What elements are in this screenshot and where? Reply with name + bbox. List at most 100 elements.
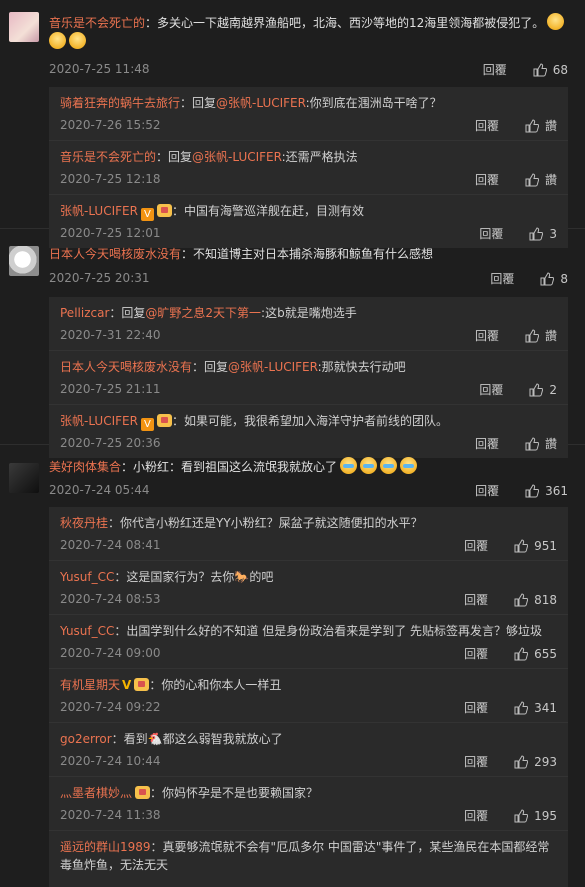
reply-button[interactable]: 回覆 (464, 753, 488, 770)
emoji-icon (69, 32, 86, 49)
verified-icon: V (122, 678, 132, 692)
comment-actions: 回覆 8 (490, 270, 568, 287)
timestamp: 2020-7-25 21:11 (60, 382, 161, 396)
thumbs-up-icon[interactable] (514, 592, 529, 607)
thumbs-up-icon[interactable] (525, 172, 539, 187)
reply-item: 灬墨者棋妙灬 ：你妈怀孕是不是也要赖国家？ 2020-7-24 11:38 回覆 1… (49, 777, 568, 831)
reply-list: Pellizcar：回复@旷野之息2天下第一:这b就是嘴炮选手 2020-7-3… (49, 297, 568, 458)
thumbs-up-icon[interactable] (514, 754, 529, 769)
crying-emoji-icon (340, 457, 358, 474)
username-link[interactable]: 秋夜丹桂 (60, 516, 108, 530)
thumbs-up-icon[interactable] (533, 62, 547, 77)
reply-item: go2error：看到🐔都这么弱智我就放心了 2020-7-24 10:44 回… (49, 723, 568, 777)
reply-button[interactable]: 回覆 (475, 327, 499, 344)
member-badge-icon (156, 414, 172, 427)
username-link[interactable]: Yusuf_CC (60, 570, 114, 584)
username-link[interactable]: Yusuf_CC (60, 624, 114, 638)
emoji-icon (49, 32, 66, 49)
avatar[interactable] (9, 246, 39, 276)
reply-item: 音乐是不会死亡的：回复@张帆-LUCIFER:还需严格执法 2020-7-25 … (49, 141, 568, 195)
reply-button[interactable]: 回覆 (464, 645, 488, 662)
member-badge-icon (134, 678, 150, 691)
like-count: 讚 (544, 329, 557, 343)
like-count: 8 (560, 271, 568, 286)
mention-link[interactable]: @旷野之息2天下第一 (145, 306, 261, 320)
comment-actions: 回覆 68 (483, 61, 568, 78)
reply-button[interactable]: 回覆 (464, 807, 488, 824)
reply-button[interactable]: 回覆 (475, 117, 499, 134)
timestamp: 2020-7-24 10:44 (60, 754, 161, 768)
username-link[interactable]: 有机星期天 (60, 678, 120, 692)
like-count: 341 (534, 700, 557, 715)
username-link[interactable]: 灬墨者棋妙灬 (60, 786, 132, 800)
like-count: 818 (534, 592, 557, 607)
timestamp: 2020-7-24 08:53 (60, 592, 161, 606)
thumbs-up-icon[interactable] (540, 271, 555, 286)
username-link[interactable]: 骑着狂奔的蜗牛去旅行 (60, 96, 180, 110)
thumbs-up-icon[interactable] (514, 538, 529, 553)
thumbs-up-icon[interactable] (525, 118, 539, 133)
username-link[interactable]: 美好肉体集合 (49, 460, 121, 474)
mention-link[interactable]: @张帆-LUCIFER (192, 150, 282, 164)
reply-list: 骑着狂奔的蜗牛去旅行：回复@张帆-LUCIFER:你到底在涠洲岛干啥了？ 202… (49, 87, 568, 248)
like-count: 68 (552, 62, 568, 77)
thumbs-up-icon[interactable] (525, 328, 539, 343)
verified-icon: V (140, 208, 154, 221)
thumbs-up-icon[interactable] (514, 646, 529, 661)
reply-item: 日本人今天喝核废水没有：回复@张帆-LUCIFER:那就快去行动吧 2020-7… (49, 351, 568, 405)
emoji-icon (547, 13, 565, 30)
reply-button[interactable]: 回覆 (483, 61, 507, 78)
username-link[interactable]: Pellizcar (60, 306, 109, 320)
reply-button[interactable]: 回覆 (464, 591, 488, 608)
mention-link[interactable]: @张帆-LUCIFER (228, 360, 318, 374)
thumbs-up-icon[interactable] (529, 382, 544, 397)
username-link[interactable]: 遥远的群山1989 (60, 840, 151, 854)
timestamp: 2020-7-31 22:40 (60, 328, 161, 342)
timestamp: 2020-7-25 12:18 (60, 172, 161, 186)
avatar[interactable] (9, 463, 39, 493)
reply-button[interactable]: 回覆 (475, 482, 499, 499)
timestamp: 2020-7-24 05:44 (49, 483, 150, 497)
thumbs-up-icon[interactable] (514, 808, 529, 823)
mention-link[interactable]: @张帆-LUCIFER (216, 96, 306, 110)
thumbs-up-icon[interactable] (514, 700, 529, 715)
reply-list: 秋夜丹桂：你代言小粉红还是YY小粉红？屎盆子就这随便扣的水平？ 2020-7-2… (49, 507, 568, 887)
timestamp: 2020-7-25 11:48 (49, 62, 150, 76)
like-count: 361 (545, 483, 568, 498)
reply-button[interactable]: 回覆 (464, 537, 488, 554)
like-count: 2 (549, 382, 557, 397)
like-count: 655 (534, 646, 557, 661)
like-count: 195 (534, 808, 557, 823)
username-link[interactable]: 日本人今天喝核废水没有 (49, 247, 181, 261)
username-link[interactable]: go2error (60, 732, 112, 746)
reply-item: 秋夜丹桂：你代言小粉红还是YY小粉红？屎盆子就这随便扣的水平？ 2020-7-2… (49, 507, 568, 561)
crying-emoji-icon (400, 457, 418, 474)
username-link[interactable]: 张帆-LUCIFER (60, 414, 138, 428)
username-link[interactable]: 音乐是不会死亡的 (60, 150, 156, 164)
like-count: 讚 (544, 173, 557, 187)
username-link[interactable]: 音乐是不会死亡的 (49, 16, 145, 30)
timestamp: 2020-7-24 08:41 (60, 538, 161, 552)
reply-button[interactable]: 回覆 (490, 270, 514, 287)
avatar[interactable] (9, 12, 39, 42)
reply-button[interactable]: 回覆 (475, 171, 499, 188)
timestamp: 2020-7-26 15:52 (60, 118, 161, 132)
username-link[interactable]: 日本人今天喝核废水没有 (60, 360, 192, 374)
timestamp: 2020-7-24 09:22 (60, 700, 161, 714)
reply-button[interactable]: 回覆 (479, 381, 503, 398)
reply-button[interactable]: 回覆 (464, 699, 488, 716)
reply-item: 有机星期天 V ：你的心和你本人一样丑 2020-7-24 09:22 回覆 341 (49, 669, 568, 723)
like-count: 951 (534, 538, 557, 553)
reply-item: Yusuf_CC：出国学到什么好的不知道 但是身份政治看来是学到了 先贴标签再发… (49, 615, 568, 669)
reply-item: Pellizcar：回复@旷野之息2天下第一:这b就是嘴炮选手 2020-7-3… (49, 297, 568, 351)
reply-item: 遥远的群山1989：真要够流氓就不会有"厄瓜多尔 中国雷达"事件了，某些渔民在本… (60, 840, 550, 872)
thumbs-up-icon[interactable] (525, 483, 540, 498)
timestamp: 2020-7-25 20:31 (49, 271, 150, 285)
crying-emoji-icon (360, 457, 378, 474)
comment-thread: 音乐是不会死亡的：多关心一下越南越界渔船吧，北海、西沙等地的12海里领海都被侵犯… (0, 0, 585, 248)
member-badge-icon (156, 204, 172, 217)
username-link[interactable]: 张帆-LUCIFER (60, 204, 138, 218)
timestamp: 2020-7-24 11:38 (60, 808, 161, 822)
reply-item: 骑着狂奔的蜗牛去旅行：回复@张帆-LUCIFER:你到底在涠洲岛干啥了？ 202… (49, 87, 568, 141)
like-count: 讚 (544, 119, 557, 133)
